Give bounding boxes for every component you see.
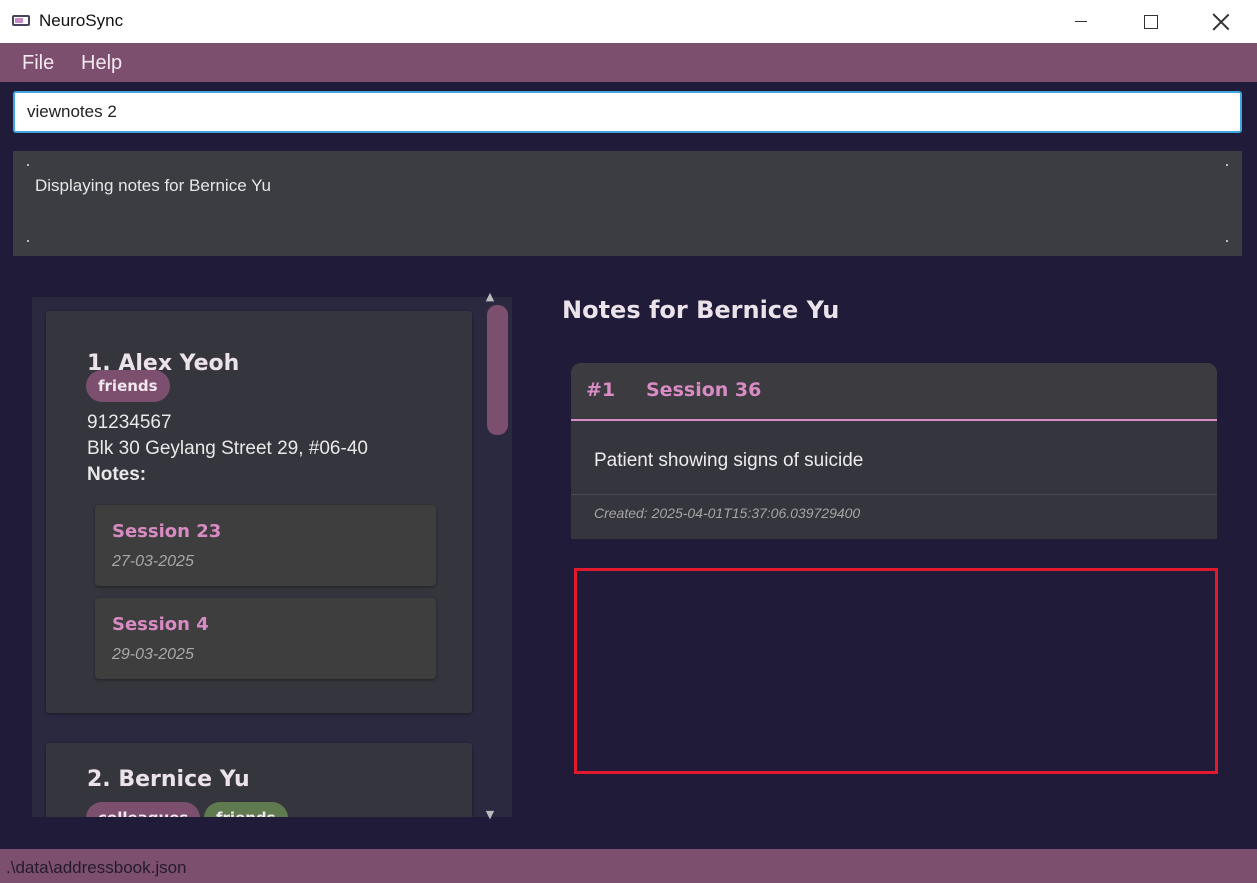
tag-friends: friends — [204, 802, 288, 817]
minimize-button[interactable] — [1058, 0, 1104, 43]
corner-mark — [1226, 164, 1228, 166]
corner-mark — [27, 240, 29, 242]
note-date: 29-03-2025 — [112, 646, 194, 663]
person-note-item[interactable]: Session 23 27-03-2025 — [95, 505, 436, 586]
person-name: 2. Bernice Yu — [87, 767, 250, 792]
scroll-up-icon[interactable]: ▲ — [483, 290, 497, 304]
close-button[interactable] — [1198, 0, 1244, 43]
title-bar: NeuroSync — [0, 0, 1257, 43]
note-index: #1 — [586, 379, 616, 401]
note-title: Session 36 — [646, 379, 762, 401]
divider — [571, 494, 1217, 495]
note-content: Patient showing signs of suicide — [594, 450, 864, 471]
person-note-item[interactable]: Session 4 29-03-2025 — [95, 598, 436, 679]
notes-label: Notes: — [87, 464, 147, 485]
menu-file[interactable]: File — [22, 52, 54, 75]
person-card[interactable]: 2. Bernice Yu colleagues friends — [46, 743, 472, 817]
minimize-icon — [1075, 21, 1087, 22]
person-address: Blk 30 Geylang Street 29, #06-40 — [87, 438, 368, 459]
corner-mark — [1226, 240, 1228, 242]
tag-colleagues: colleagues — [86, 802, 201, 817]
notes-panel-title: Notes for Bernice Yu — [562, 296, 840, 324]
menu-help[interactable]: Help — [81, 52, 122, 75]
menu-bar: File Help — [0, 43, 1257, 82]
note-title: Session 4 — [112, 614, 209, 635]
status-bar: .\data\addressbook.json — [0, 849, 1257, 883]
command-input[interactable] — [13, 91, 1242, 133]
scroll-down-icon[interactable]: ▼ — [483, 808, 497, 822]
scrollbar-thumb[interactable] — [487, 305, 508, 435]
person-list[interactable]: 1. Alex Yeoh friends 91234567 Blk 30 Gey… — [32, 297, 512, 817]
highlight-box — [574, 568, 1218, 774]
tag-friends: friends — [86, 370, 170, 402]
maximize-button[interactable] — [1128, 0, 1174, 43]
note-header: #1 Session 36 — [571, 363, 1217, 421]
window-title: NeuroSync — [39, 11, 124, 30]
note-title: Session 23 — [112, 521, 222, 542]
maximize-icon — [1144, 14, 1158, 29]
person-card[interactable]: 1. Alex Yeoh friends 91234567 Blk 30 Gey… — [46, 311, 472, 713]
save-file-path: .\data\addressbook.json — [6, 858, 187, 877]
app-logo-icon — [12, 15, 30, 26]
note-card[interactable]: #1 Session 36 Patient showing signs of s… — [571, 363, 1217, 539]
note-date: 27-03-2025 — [112, 553, 194, 570]
corner-mark — [27, 164, 29, 166]
close-icon — [1212, 13, 1230, 31]
result-text: Displaying notes for Bernice Yu — [35, 176, 271, 195]
person-phone: 91234567 — [87, 412, 172, 433]
note-created: Created: 2025-04-01T15:37:06.039729400 — [594, 505, 861, 521]
result-display: Displaying notes for Bernice Yu — [13, 151, 1242, 256]
